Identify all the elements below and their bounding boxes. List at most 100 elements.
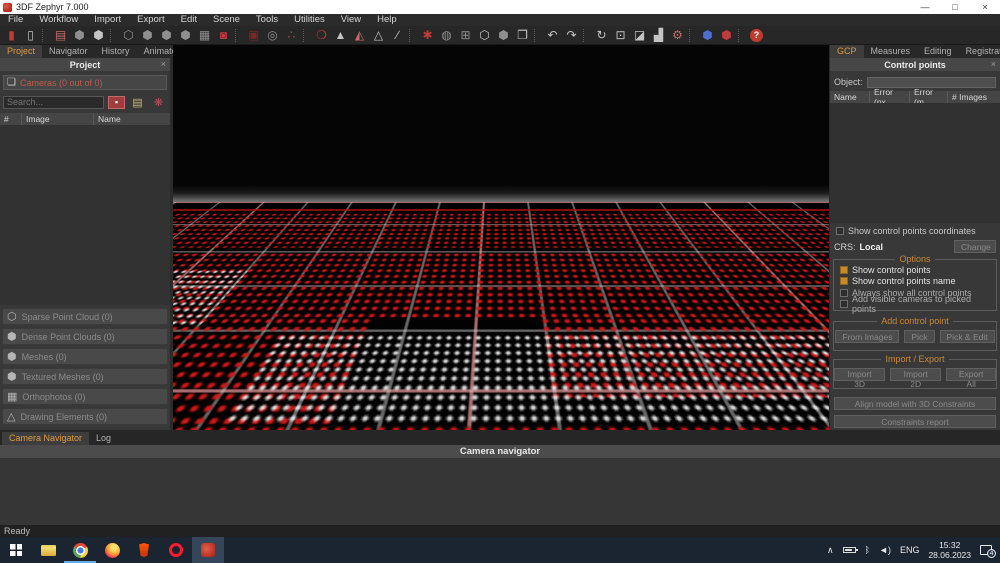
- help-icon[interactable]: ?: [747, 27, 766, 44]
- point-cluster-icon[interactable]: ∴: [282, 27, 301, 44]
- chart-icon[interactable]: ▟: [649, 27, 668, 44]
- column-index[interactable]: #: [0, 113, 22, 125]
- column-num-images[interactable]: # Images: [948, 91, 1000, 103]
- close-button[interactable]: ×: [970, 0, 1000, 14]
- tab-navigator[interactable]: Navigator: [42, 45, 95, 58]
- hexagon-filled-icon[interactable]: ⬢: [494, 27, 513, 44]
- camera-red-icon[interactable]: ◙: [214, 27, 233, 44]
- section-textured-meshes[interactable]: ⬢ Textured Meshes (0): [2, 368, 168, 385]
- clock[interactable]: 15:32 28.06.2023: [928, 540, 971, 560]
- cameras-group-button[interactable]: ❏ Cameras (0 out of 0): [3, 75, 167, 90]
- checkbox[interactable]: [836, 227, 844, 235]
- tab-measures[interactable]: Measures: [864, 45, 918, 58]
- constraints-report-button[interactable]: Constraints report: [834, 415, 996, 428]
- undo-icon[interactable]: ↶: [543, 27, 562, 44]
- pick-edit-button[interactable]: Pick & Edit: [939, 330, 995, 343]
- brush-icon[interactable]: ∕: [388, 27, 407, 44]
- panel-close-icon[interactable]: ×: [991, 59, 996, 69]
- menu-help[interactable]: Help: [369, 14, 405, 26]
- tab-history[interactable]: History: [95, 45, 137, 58]
- sparse-cloud-step-icon[interactable]: ⬡: [119, 27, 138, 44]
- change-crs-button[interactable]: Change: [954, 240, 996, 253]
- render-viewport[interactable]: z x y ◱ ▟: [173, 45, 829, 430]
- ortho-step-icon[interactable]: ▦: [195, 27, 214, 44]
- stats-icon[interactable]: ▟: [202, 415, 210, 426]
- sparkle-filter-button[interactable]: ❋: [150, 96, 167, 109]
- align-model-button[interactable]: Align model with 3D Constraints: [834, 397, 996, 410]
- new-mesh-icon[interactable]: ⬢: [89, 27, 108, 44]
- import-3d-button[interactable]: Import 3D: [834, 368, 886, 389]
- tab-project[interactable]: Project: [0, 45, 43, 58]
- tab-registration[interactable]: Registration: [959, 45, 1000, 58]
- cube-red-icon[interactable]: ⬢: [717, 27, 736, 44]
- notification-center-icon[interactable]: 4: [980, 545, 996, 558]
- object-combobox[interactable]: [866, 76, 996, 88]
- column-name[interactable]: Name: [830, 91, 870, 103]
- menu-utilities[interactable]: Utilities: [286, 14, 333, 26]
- wire-grid-icon[interactable]: ⊞: [456, 27, 475, 44]
- crop-icon[interactable]: ⊡: [611, 27, 630, 44]
- maximize-button[interactable]: □: [940, 0, 970, 14]
- export-all-button[interactable]: Export All: [946, 368, 996, 389]
- battery-icon[interactable]: [842, 547, 858, 553]
- language-indicator[interactable]: ENG: [900, 545, 920, 555]
- menu-edit[interactable]: Edit: [173, 14, 205, 26]
- dense-cloud-step-icon[interactable]: ⬢: [138, 27, 157, 44]
- column-name[interactable]: Name: [94, 113, 170, 125]
- gear-icon[interactable]: ⚙: [668, 27, 687, 44]
- image-list[interactable]: [0, 125, 170, 305]
- tab-camera-navigator[interactable]: Camera Navigator: [2, 432, 90, 445]
- wire-sphere-icon[interactable]: ◍: [437, 27, 456, 44]
- checkbox[interactable]: [840, 288, 848, 297]
- rotate-icon[interactable]: ↻: [592, 27, 611, 44]
- copy-icon[interactable]: ❐: [513, 27, 532, 44]
- column-error-m[interactable]: Error (m: [910, 87, 948, 107]
- menu-view[interactable]: View: [333, 14, 369, 26]
- textured-mesh-step-icon[interactable]: ⬢: [176, 27, 195, 44]
- bulb-icon[interactable]: ❍: [312, 27, 331, 44]
- triangle-half-icon[interactable]: ◭: [350, 27, 369, 44]
- control-points-table[interactable]: [830, 103, 1000, 223]
- triangle-outline-icon[interactable]: △: [369, 27, 388, 44]
- redo-icon[interactable]: ↷: [562, 27, 581, 44]
- cube-blue-icon[interactable]: ⬢: [698, 27, 717, 44]
- hidden-icons-chevron[interactable]: ∧: [827, 545, 834, 556]
- minimize-button[interactable]: —: [910, 0, 940, 14]
- section-orthophotos[interactable]: ▦ Orthophotos (0): [2, 388, 168, 405]
- tab-gcp[interactable]: GCP: [830, 45, 864, 58]
- firefox-icon[interactable]: [96, 537, 128, 563]
- slope-icon[interactable]: ◪: [630, 27, 649, 44]
- triangle-filled-icon[interactable]: ▲: [331, 27, 350, 44]
- bluetooth-icon[interactable]: ᛒ: [865, 545, 870, 555]
- menu-scene[interactable]: Scene: [205, 14, 248, 26]
- column-error-px[interactable]: Error (px: [870, 87, 910, 107]
- menu-export[interactable]: Export: [129, 14, 172, 26]
- import-2d-button[interactable]: Import 2D: [890, 368, 942, 389]
- opera-icon[interactable]: [160, 537, 192, 563]
- grid-toggle-icon[interactable]: ◱: [179, 415, 188, 426]
- hexagon-outline-icon[interactable]: ⬡: [475, 27, 494, 44]
- section-drawing-elements[interactable]: △ Drawing Elements (0): [2, 408, 168, 425]
- speaker-icon[interactable]: ◄): [879, 545, 891, 555]
- checkbox[interactable]: [840, 300, 848, 309]
- section-meshes[interactable]: ⬢ Meshes (0): [2, 348, 168, 365]
- camera-filter-button[interactable]: ▪: [108, 95, 125, 109]
- open-project-icon[interactable]: ▯: [21, 27, 40, 44]
- selection-box-icon[interactable]: ▣: [244, 27, 263, 44]
- images-list-icon[interactable]: ▤: [51, 27, 70, 44]
- new-project-icon[interactable]: ▮: [2, 27, 21, 44]
- section-dense-point-clouds[interactable]: ⬢ Dense Point Clouds (0): [2, 328, 168, 345]
- menu-tools[interactable]: Tools: [248, 14, 286, 26]
- opt-show-control-points[interactable]: Show control points: [840, 265, 996, 275]
- search-input[interactable]: [3, 95, 104, 109]
- pick-button[interactable]: Pick: [904, 330, 935, 343]
- menu-workflow[interactable]: Workflow: [31, 14, 86, 26]
- start-button[interactable]: [0, 537, 32, 563]
- mesh-step-icon[interactable]: ⬢: [157, 27, 176, 44]
- from-images-button[interactable]: From Images: [835, 330, 900, 343]
- target-icon[interactable]: ◎: [263, 27, 282, 44]
- checkbox[interactable]: [840, 277, 848, 286]
- opt-show-control-points-name[interactable]: Show control points name: [840, 276, 996, 286]
- opt-add-visible-cameras[interactable]: Add visible cameras to picked points: [840, 294, 996, 314]
- menu-file[interactable]: File: [0, 14, 31, 26]
